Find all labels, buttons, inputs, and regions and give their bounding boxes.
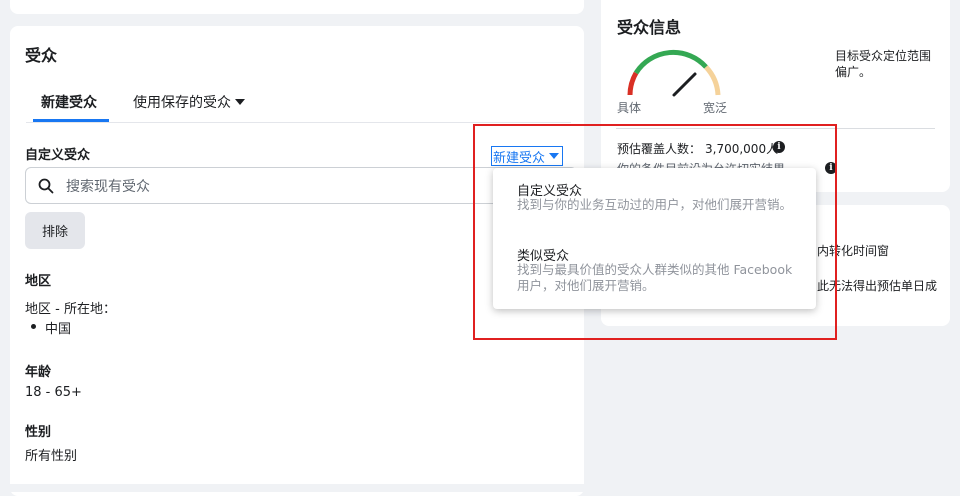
- menu-item-lookalike-audience-desc[interactable]: 找到与最具价值的受众人群类似的其他 Facebook 用户，对他们展开营销。: [517, 262, 802, 294]
- tab-saved-audience[interactable]: 使用保存的受众: [133, 92, 245, 112]
- reach-value: 3,700,000人: [705, 142, 779, 156]
- audience-size-gauge: [627, 49, 721, 97]
- new-audience-menu: 自定义受众 找到与你的业务互动过的用户，对他们展开营销。 类似受众 找到与最具价…: [493, 168, 816, 309]
- location-line: 地区 - 所在地：: [25, 302, 116, 317]
- reach-label: 预估覆盖人数：: [617, 142, 702, 156]
- gender-value: 所有性别: [25, 449, 78, 464]
- estimate-text-2: 此无法得出预估单日成: [817, 279, 938, 293]
- tab-saved-audience-label: 使用保存的受众: [133, 95, 231, 111]
- audience-title: 受众: [25, 46, 58, 65]
- note-info-icon[interactable]: i: [825, 162, 837, 174]
- search-icon: [38, 178, 54, 194]
- bullet-icon: [31, 324, 36, 329]
- new-audience-button-label: 新建受众: [493, 150, 546, 166]
- estimate-text-1: 内转化时间窗: [817, 244, 890, 258]
- gauge-left-label: 具体: [617, 101, 642, 115]
- previous-section-card: [10, 0, 584, 14]
- age-heading: 年龄: [25, 365, 52, 380]
- new-audience-dropdown-button[interactable]: 新建受众: [491, 146, 564, 166]
- active-tab-indicator: [33, 119, 109, 122]
- custom-audience-label: 自定义受众: [25, 148, 91, 163]
- caret-down-icon: [549, 153, 560, 159]
- menu-item-custom-audience-desc[interactable]: 找到与你的业务互动过的用户，对他们展开营销。: [517, 197, 802, 213]
- audience-search-input[interactable]: [64, 175, 528, 199]
- audience-info-title: 受众信息: [617, 18, 682, 37]
- age-value: 18 - 65+: [25, 385, 82, 400]
- location-heading: 地区: [25, 274, 52, 289]
- tab-new-audience[interactable]: 新建受众: [41, 92, 97, 112]
- exclude-button[interactable]: 排除: [25, 212, 85, 249]
- gauge-needle: [672, 72, 697, 97]
- caret-down-icon: [235, 99, 245, 105]
- page-bottom-edge: [0, 484, 960, 492]
- reach-info-icon[interactable]: i: [773, 141, 785, 153]
- gauge-right-label: 宽泛: [703, 101, 728, 115]
- gender-heading: 性别: [25, 425, 52, 440]
- gauge-description: 目标受众定位范围偏广。: [835, 49, 932, 79]
- tab-divider: [26, 122, 571, 123]
- info-divider: [616, 128, 935, 129]
- location-item: 中国: [45, 322, 72, 337]
